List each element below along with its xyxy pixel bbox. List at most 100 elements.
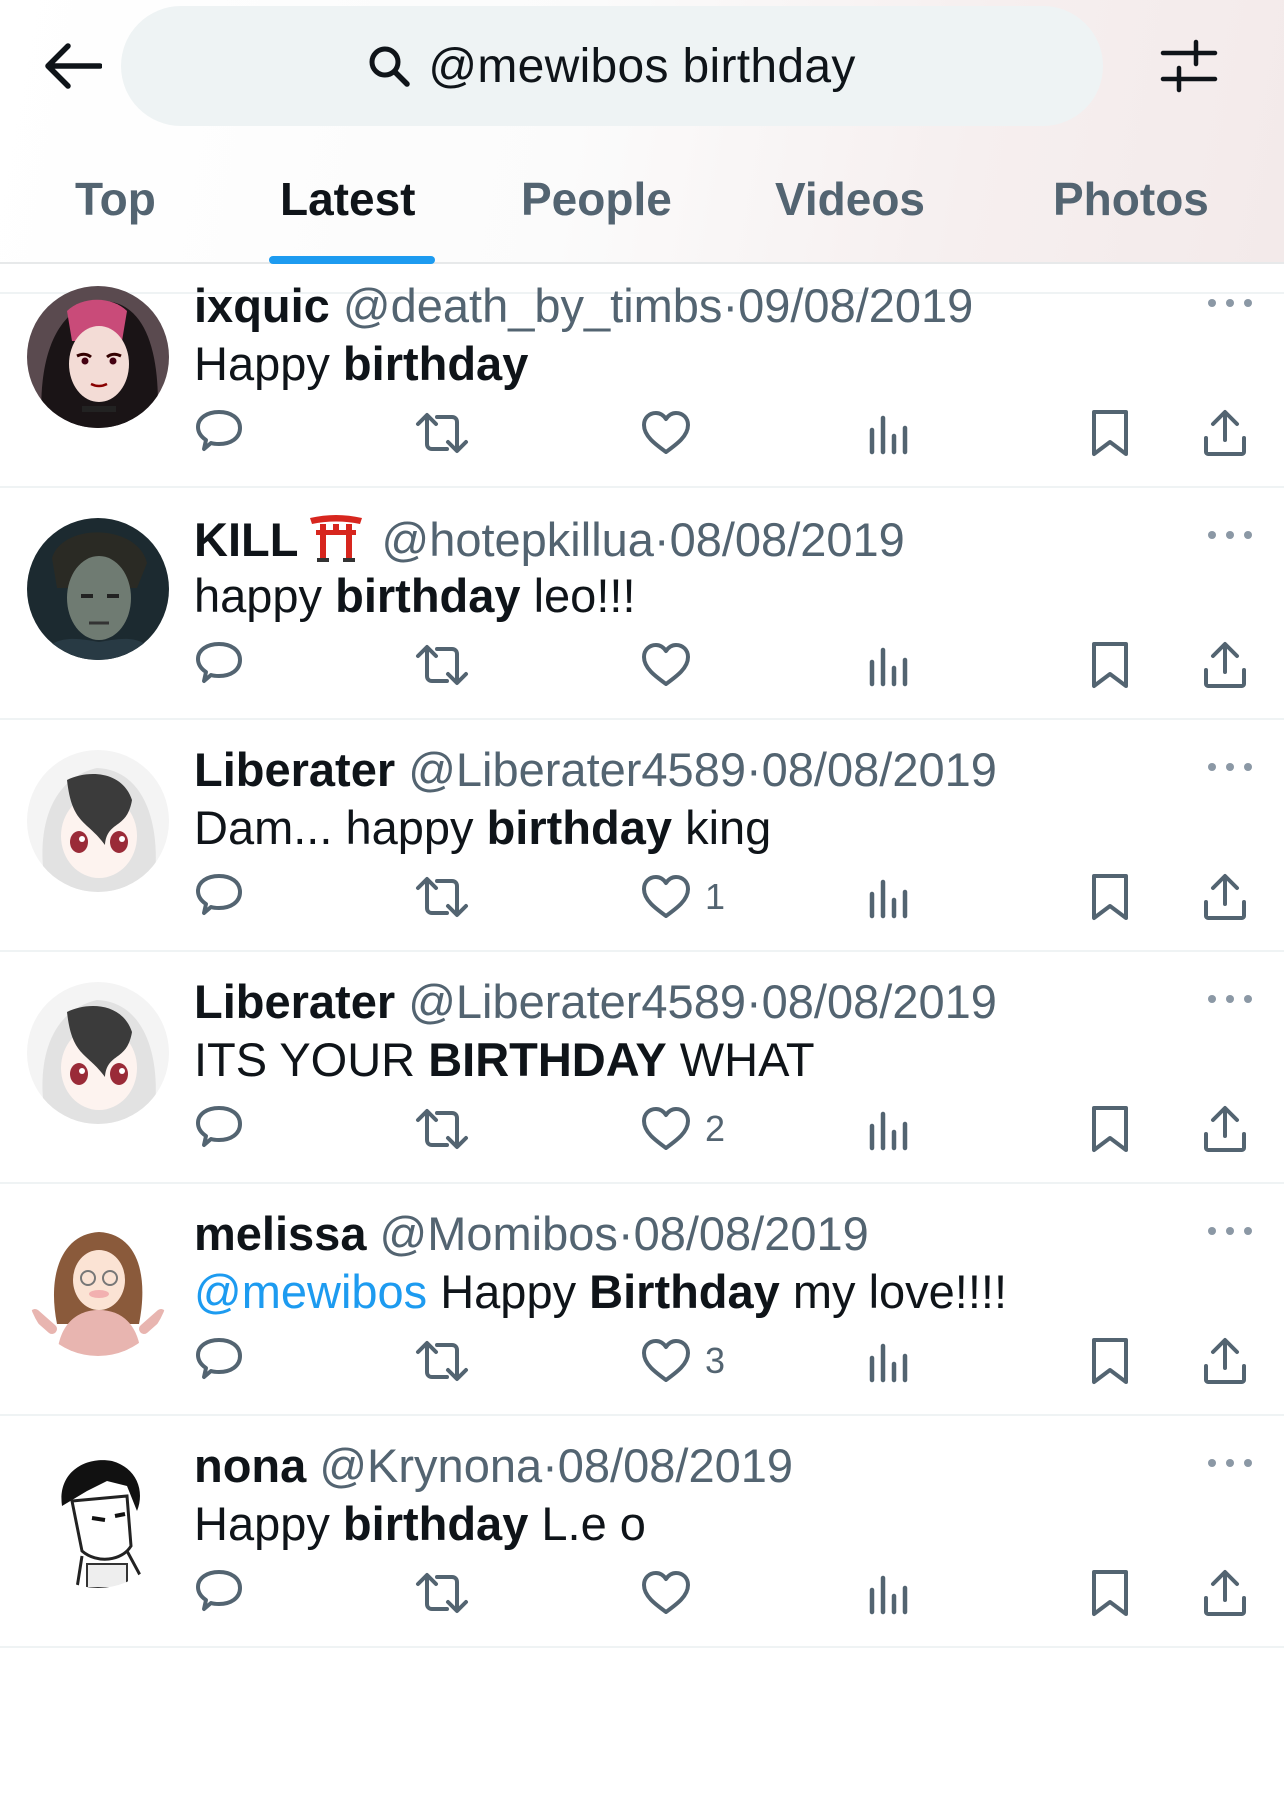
tweet-date[interactable]: 08/08/2019 bbox=[762, 975, 997, 1028]
share-icon bbox=[1204, 1570, 1246, 1616]
views-button[interactable] bbox=[867, 1336, 911, 1386]
search-input[interactable]: @mewibos birthday bbox=[121, 6, 1103, 126]
user-handle[interactable]: @Momibos bbox=[380, 1207, 618, 1260]
analytics-icon bbox=[869, 879, 908, 919]
search-filter-button[interactable] bbox=[1150, 30, 1228, 102]
retweet-icon bbox=[416, 645, 468, 685]
user-handle[interactable]: @Liberater4589 bbox=[408, 975, 746, 1028]
bookmark-button[interactable] bbox=[1090, 640, 1130, 690]
retweet-icon bbox=[416, 413, 468, 453]
tweet-date[interactable]: 09/08/2019 bbox=[738, 279, 973, 332]
back-button[interactable] bbox=[38, 34, 108, 98]
text-after: L.e o bbox=[528, 1497, 646, 1550]
bookmark-button[interactable] bbox=[1090, 1336, 1130, 1386]
separator-dot: · bbox=[542, 1439, 558, 1492]
display-name[interactable]: Liberater bbox=[194, 975, 395, 1028]
retweet-button[interactable] bbox=[414, 1104, 470, 1154]
views-button[interactable] bbox=[867, 408, 911, 458]
mention-link[interactable]: @mewibos bbox=[194, 1265, 427, 1318]
bookmark-button[interactable] bbox=[1090, 1568, 1130, 1618]
display-name[interactable]: ixquic bbox=[194, 279, 330, 332]
reply-button[interactable] bbox=[194, 408, 244, 458]
tweet-date[interactable]: 08/08/2019 bbox=[558, 1439, 793, 1492]
like-button[interactable]: 1 bbox=[641, 872, 725, 922]
text-before: Dam... happy bbox=[194, 801, 487, 854]
retweet-button[interactable] bbox=[414, 408, 470, 458]
share-button[interactable] bbox=[1202, 872, 1248, 922]
reply-icon bbox=[196, 874, 242, 915]
retweet-button[interactable] bbox=[414, 1568, 470, 1618]
search-icon bbox=[369, 46, 411, 87]
text-before: happy bbox=[194, 569, 336, 622]
more-dots-icon bbox=[1208, 299, 1252, 307]
display-name[interactable]: melissa bbox=[194, 1207, 366, 1260]
user-handle[interactable]: @hotepkillua bbox=[381, 513, 653, 566]
like-button[interactable]: 3 bbox=[641, 1336, 725, 1386]
tab-people[interactable]: People bbox=[521, 172, 672, 226]
like-button[interactable] bbox=[641, 1568, 705, 1618]
tab-photos[interactable]: Photos bbox=[1053, 172, 1209, 226]
heart-icon bbox=[642, 1339, 690, 1382]
reply-button[interactable] bbox=[194, 1104, 244, 1154]
like-button[interactable] bbox=[641, 640, 705, 690]
tweet-date[interactable]: 08/08/2019 bbox=[762, 743, 997, 796]
display-name[interactable]: Liberater bbox=[194, 743, 395, 796]
text-highlight: birthday bbox=[486, 801, 673, 854]
tweet-text: ITS YOUR BIRTHDAY WHAT bbox=[194, 1032, 815, 1087]
views-button[interactable] bbox=[867, 872, 911, 922]
retweet-button[interactable] bbox=[414, 872, 470, 922]
tab-latest[interactable]: Latest bbox=[280, 172, 415, 226]
tweet[interactable]: ixquic @death_by_timbs·09/08/2019 Happy … bbox=[0, 256, 1284, 488]
more-options-button[interactable] bbox=[1200, 754, 1260, 780]
more-options-button[interactable] bbox=[1200, 290, 1260, 316]
text-highlight: birthday bbox=[335, 569, 521, 622]
reply-button[interactable] bbox=[194, 872, 244, 922]
user-handle[interactable]: @Krynona bbox=[319, 1439, 542, 1492]
analytics-icon bbox=[869, 1575, 908, 1615]
bookmark-button[interactable] bbox=[1090, 408, 1130, 458]
reply-icon bbox=[196, 642, 242, 683]
retweet-button[interactable] bbox=[414, 640, 470, 690]
tweet-date[interactable]: 08/08/2019 bbox=[634, 1207, 869, 1260]
tab-top[interactable]: Top bbox=[75, 172, 156, 226]
share-button[interactable] bbox=[1202, 1568, 1248, 1618]
user-handle[interactable]: @death_by_timbs bbox=[343, 279, 723, 332]
tweet[interactable]: Liberater @Liberater4589·08/08/2019 ITS … bbox=[0, 952, 1284, 1184]
more-options-button[interactable] bbox=[1200, 522, 1260, 548]
share-button[interactable] bbox=[1202, 408, 1248, 458]
views-button[interactable] bbox=[867, 640, 911, 690]
torii-gate-icon bbox=[308, 510, 364, 573]
more-options-button[interactable] bbox=[1200, 1450, 1260, 1476]
more-options-button[interactable] bbox=[1200, 986, 1260, 1012]
text-highlight: birthday bbox=[342, 337, 529, 390]
tweet-date[interactable]: 08/08/2019 bbox=[670, 513, 905, 566]
like-button[interactable]: 2 bbox=[641, 1104, 725, 1154]
share-button[interactable] bbox=[1202, 1336, 1248, 1386]
bookmark-button[interactable] bbox=[1090, 872, 1130, 922]
like-button[interactable] bbox=[641, 408, 705, 458]
tweet[interactable]: Liberater @Liberater4589·08/08/2019 Dam.… bbox=[0, 720, 1284, 952]
bookmark-button[interactable] bbox=[1090, 1104, 1130, 1154]
tweet-header: ixquic @death_by_timbs·09/08/2019 bbox=[194, 278, 973, 333]
reply-button[interactable] bbox=[194, 640, 244, 690]
more-options-button[interactable] bbox=[1200, 1218, 1260, 1244]
display-name[interactable]: nona bbox=[194, 1439, 306, 1492]
reply-button[interactable] bbox=[194, 1336, 244, 1386]
display-name[interactable]: KILL bbox=[194, 513, 298, 566]
bookmark-icon bbox=[1092, 874, 1128, 920]
views-button[interactable] bbox=[867, 1568, 911, 1618]
tab-videos[interactable]: Videos bbox=[775, 172, 925, 226]
text-after: king bbox=[672, 801, 772, 854]
share-button[interactable] bbox=[1202, 1104, 1248, 1154]
share-button[interactable] bbox=[1202, 640, 1248, 690]
views-button[interactable] bbox=[867, 1104, 911, 1154]
retweet-button[interactable] bbox=[414, 1336, 470, 1386]
tweet[interactable]: KILL @hotepkillua·08/08/2019 happy birth… bbox=[0, 488, 1284, 720]
reply-button[interactable] bbox=[194, 1568, 244, 1618]
user-handle[interactable]: @Liberater4589 bbox=[408, 743, 746, 796]
tweet-text: Happy birthday bbox=[194, 336, 528, 391]
tweet[interactable]: nona @Krynona·08/08/2019 Happy birthday … bbox=[0, 1416, 1284, 1648]
tweet[interactable]: melissa @Momibos·08/08/2019 @mewibos Hap… bbox=[0, 1184, 1284, 1416]
share-icon bbox=[1204, 874, 1246, 920]
bookmark-icon bbox=[1092, 642, 1128, 688]
